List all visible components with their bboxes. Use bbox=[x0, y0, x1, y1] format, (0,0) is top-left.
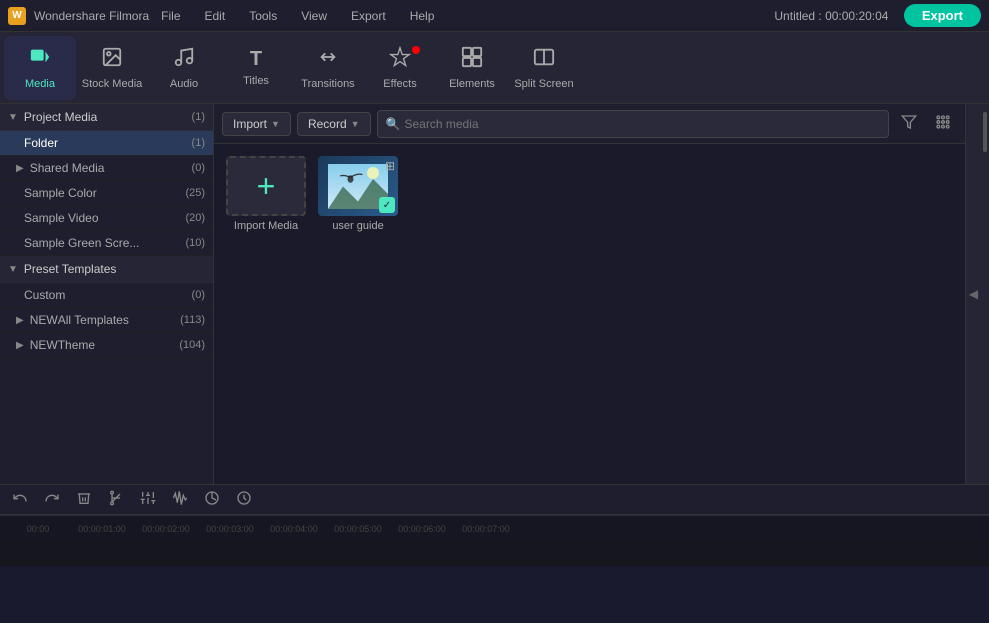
ruler-mark-7: 00:00:07:00 bbox=[456, 524, 516, 534]
import-plus-icon: + bbox=[257, 168, 276, 205]
main-area: ▼ Project Media (1) Folder (1) ▶ Shared … bbox=[0, 104, 989, 484]
transitions-icon bbox=[317, 46, 339, 74]
content-toolbar: Import ▼ Record ▼ 🔍 bbox=[214, 104, 965, 144]
import-chevron: ▼ bbox=[271, 119, 280, 129]
ruler-mark-0: 00:00 bbox=[8, 524, 68, 534]
timeline-toolbar bbox=[0, 485, 989, 515]
record-button[interactable]: Record ▼ bbox=[297, 112, 371, 136]
grid-view-icon[interactable] bbox=[929, 112, 957, 135]
stock-media-icon bbox=[101, 46, 123, 74]
export-button[interactable]: Export bbox=[904, 4, 981, 27]
search-icon: 🔍 bbox=[386, 117, 401, 131]
theme-new-badge: NEW bbox=[30, 338, 58, 352]
sidebar-all-templates[interactable]: ▶ NEW All Templates (113) bbox=[0, 308, 213, 333]
import-media-label: Import Media bbox=[234, 220, 298, 232]
sidebar-preset-templates[interactable]: ▼ Preset Templates bbox=[0, 256, 213, 283]
collapse-handle[interactable]: ◀ bbox=[965, 104, 981, 484]
app-name: Wondershare Filmora bbox=[34, 9, 149, 23]
timeline-ruler: 00:00 00:00:01:00 00:00:02:00 00:00:03:0… bbox=[0, 515, 989, 541]
sidebar-project-media[interactable]: ▼ Project Media (1) bbox=[0, 104, 213, 131]
sidebar-sample-color[interactable]: Sample Color (25) bbox=[0, 181, 213, 206]
menu-bar: File Edit Tools View Export Help bbox=[157, 7, 438, 25]
selected-check-badge: ✓ bbox=[379, 197, 395, 213]
audio-icon bbox=[173, 46, 195, 74]
menu-help[interactable]: Help bbox=[406, 7, 439, 25]
shared-media-arrow: ▶ bbox=[16, 163, 24, 174]
waveform-button[interactable] bbox=[168, 488, 192, 511]
title-bar: W Wondershare Filmora File Edit Tools Vi… bbox=[0, 0, 989, 32]
menu-export[interactable]: Export bbox=[347, 7, 390, 25]
cut-button[interactable] bbox=[104, 488, 128, 511]
sidebar-shared-media[interactable]: ▶ Shared Media (0) bbox=[0, 156, 213, 181]
audio-mixer-button[interactable] bbox=[136, 488, 160, 511]
user-guide-item[interactable]: ⊞ bbox=[318, 156, 398, 232]
toolbar-media[interactable]: Media bbox=[4, 36, 76, 100]
sidebar-sample-video[interactable]: Sample Video (20) bbox=[0, 206, 213, 231]
search-input[interactable] bbox=[405, 117, 881, 131]
ruler-mark-5: 00:00:05:00 bbox=[328, 524, 388, 534]
effects-icon bbox=[389, 46, 411, 74]
import-media-thumb: + bbox=[226, 156, 306, 216]
window-title: Untitled : 00:00:20:04 Export bbox=[774, 4, 981, 27]
filter-icon[interactable] bbox=[895, 112, 923, 135]
timeline-area: 00:00 00:00:01:00 00:00:02:00 00:00:03:0… bbox=[0, 484, 989, 566]
ruler-mark-3: 00:00:03:00 bbox=[200, 524, 260, 534]
toolbar-transitions[interactable]: Transitions bbox=[292, 36, 364, 100]
user-guide-label: user guide bbox=[332, 220, 383, 232]
theme-arrow: ▶ bbox=[16, 340, 24, 351]
collapse-arrow: ◀ bbox=[969, 287, 978, 301]
app-logo: W bbox=[8, 7, 26, 25]
video-grid-icon: ⊞ bbox=[385, 159, 395, 173]
sidebar-folder[interactable]: Folder (1) bbox=[0, 131, 213, 156]
sidebar-theme[interactable]: ▶ NEW Theme (104) bbox=[0, 333, 213, 358]
project-media-arrow: ▼ bbox=[8, 112, 18, 123]
all-templates-new-badge: NEW bbox=[30, 313, 58, 327]
toolbar-stock-media[interactable]: Stock Media bbox=[76, 36, 148, 100]
menu-view[interactable]: View bbox=[297, 7, 331, 25]
toolbar-audio[interactable]: Audio bbox=[148, 36, 220, 100]
elements-icon bbox=[461, 46, 483, 74]
timeline-tracks bbox=[0, 541, 989, 566]
titles-icon: T bbox=[250, 48, 262, 71]
content-area: Import ▼ Record ▼ 🔍 + bbox=[214, 104, 965, 484]
toolbar-split-screen[interactable]: Split Screen bbox=[508, 36, 580, 100]
menu-file[interactable]: File bbox=[157, 7, 184, 25]
redo-button[interactable] bbox=[40, 488, 64, 511]
preset-templates-arrow: ▼ bbox=[8, 264, 18, 275]
ruler-mark-4: 00:00:04:00 bbox=[264, 524, 324, 534]
all-templates-arrow: ▶ bbox=[16, 315, 24, 326]
import-button[interactable]: Import ▼ bbox=[222, 112, 291, 136]
split-screen-icon bbox=[533, 46, 555, 74]
toolbar-titles[interactable]: T Titles bbox=[220, 36, 292, 100]
menu-tools[interactable]: Tools bbox=[245, 7, 281, 25]
media-icon bbox=[29, 46, 51, 74]
ruler-mark-1: 00:00:01:00 bbox=[72, 524, 132, 534]
right-panel bbox=[981, 104, 989, 484]
sidebar: ▼ Project Media (1) Folder (1) ▶ Shared … bbox=[0, 104, 214, 484]
delete-button[interactable] bbox=[72, 488, 96, 511]
undo-button[interactable] bbox=[8, 488, 32, 511]
main-toolbar: Media Stock Media Audio T Titles Transit… bbox=[0, 32, 989, 104]
ruler-mark-2: 00:00:02:00 bbox=[136, 524, 196, 534]
title-bar-left: W Wondershare Filmora File Edit Tools Vi… bbox=[8, 7, 438, 25]
toolbar-elements[interactable]: Elements bbox=[436, 36, 508, 100]
menu-edit[interactable]: Edit bbox=[201, 7, 230, 25]
sidebar-custom[interactable]: Custom (0) bbox=[0, 283, 213, 308]
media-grid: + Import Media ⊞ bbox=[214, 144, 965, 484]
effects-badge bbox=[412, 46, 420, 54]
record-chevron: ▼ bbox=[351, 119, 360, 129]
speed-button[interactable] bbox=[232, 488, 256, 511]
scroll-indicator[interactable] bbox=[983, 112, 987, 152]
search-wrap: 🔍 bbox=[377, 110, 889, 138]
ruler-mark-6: 00:00:06:00 bbox=[392, 524, 452, 534]
import-media-item[interactable]: + Import Media bbox=[226, 156, 306, 232]
user-guide-thumb: ⊞ bbox=[318, 156, 398, 216]
toolbar-effects[interactable]: Effects bbox=[364, 36, 436, 100]
sidebar-sample-green-screen[interactable]: Sample Green Scre... (10) bbox=[0, 231, 213, 256]
color-grading-button[interactable] bbox=[200, 488, 224, 511]
